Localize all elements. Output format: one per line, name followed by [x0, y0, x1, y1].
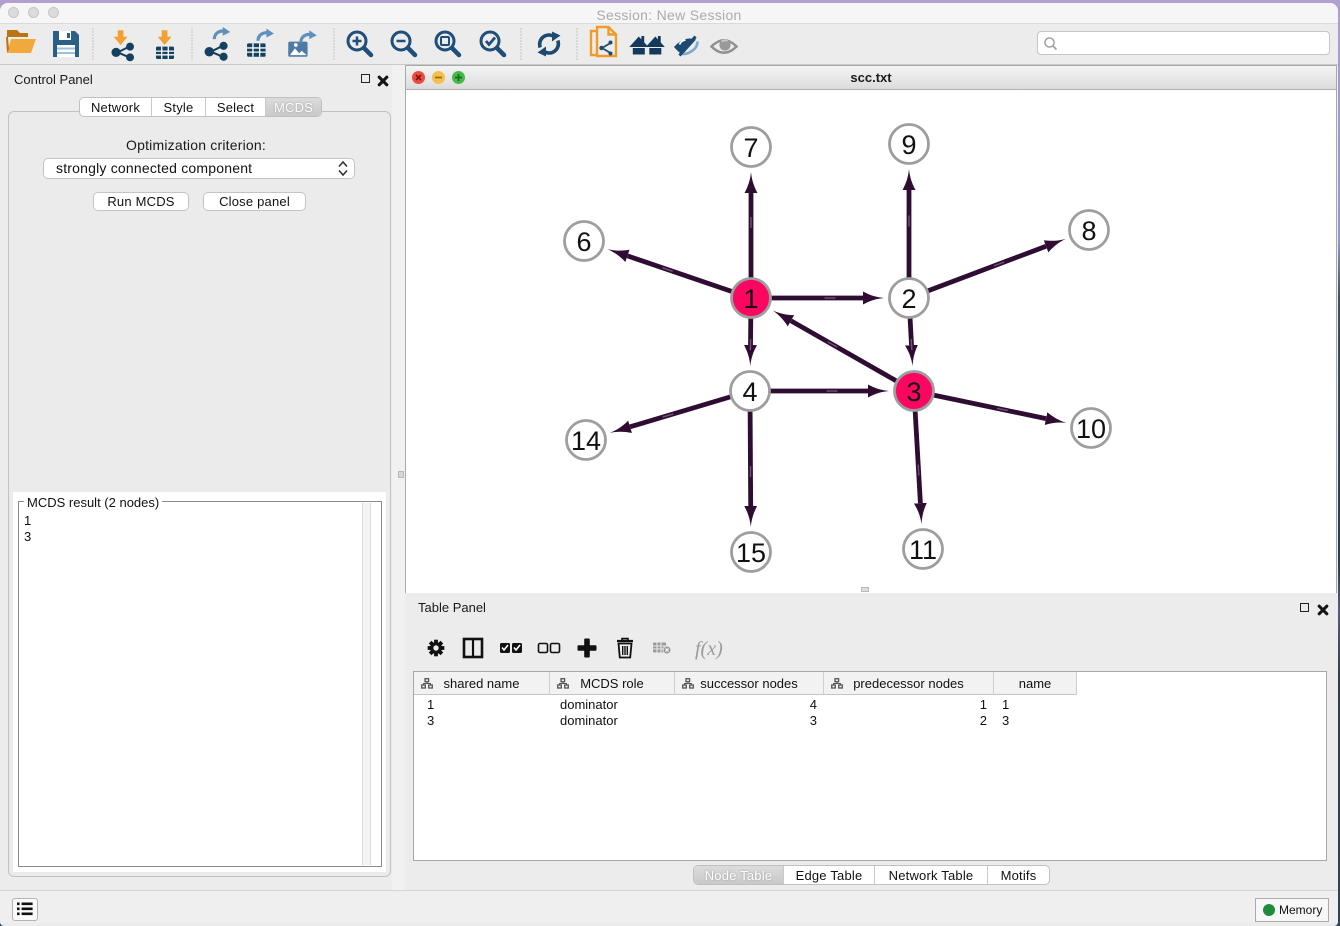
- svg-text:7: 7: [743, 133, 758, 163]
- svg-text:11: 11: [909, 535, 937, 565]
- svg-text:3: 3: [906, 377, 921, 407]
- svg-text:1: 1: [743, 284, 758, 314]
- svg-text:15: 15: [736, 538, 766, 568]
- svg-text:8: 8: [1081, 216, 1096, 246]
- svg-text:4: 4: [742, 377, 757, 407]
- svg-text:f(x): f(x): [695, 638, 723, 660]
- svg-text:10: 10: [1076, 414, 1106, 444]
- svg-text:9: 9: [901, 130, 916, 160]
- svg-text:6: 6: [576, 227, 591, 257]
- svg-text:14: 14: [571, 426, 601, 456]
- svg-text:2: 2: [901, 284, 916, 314]
